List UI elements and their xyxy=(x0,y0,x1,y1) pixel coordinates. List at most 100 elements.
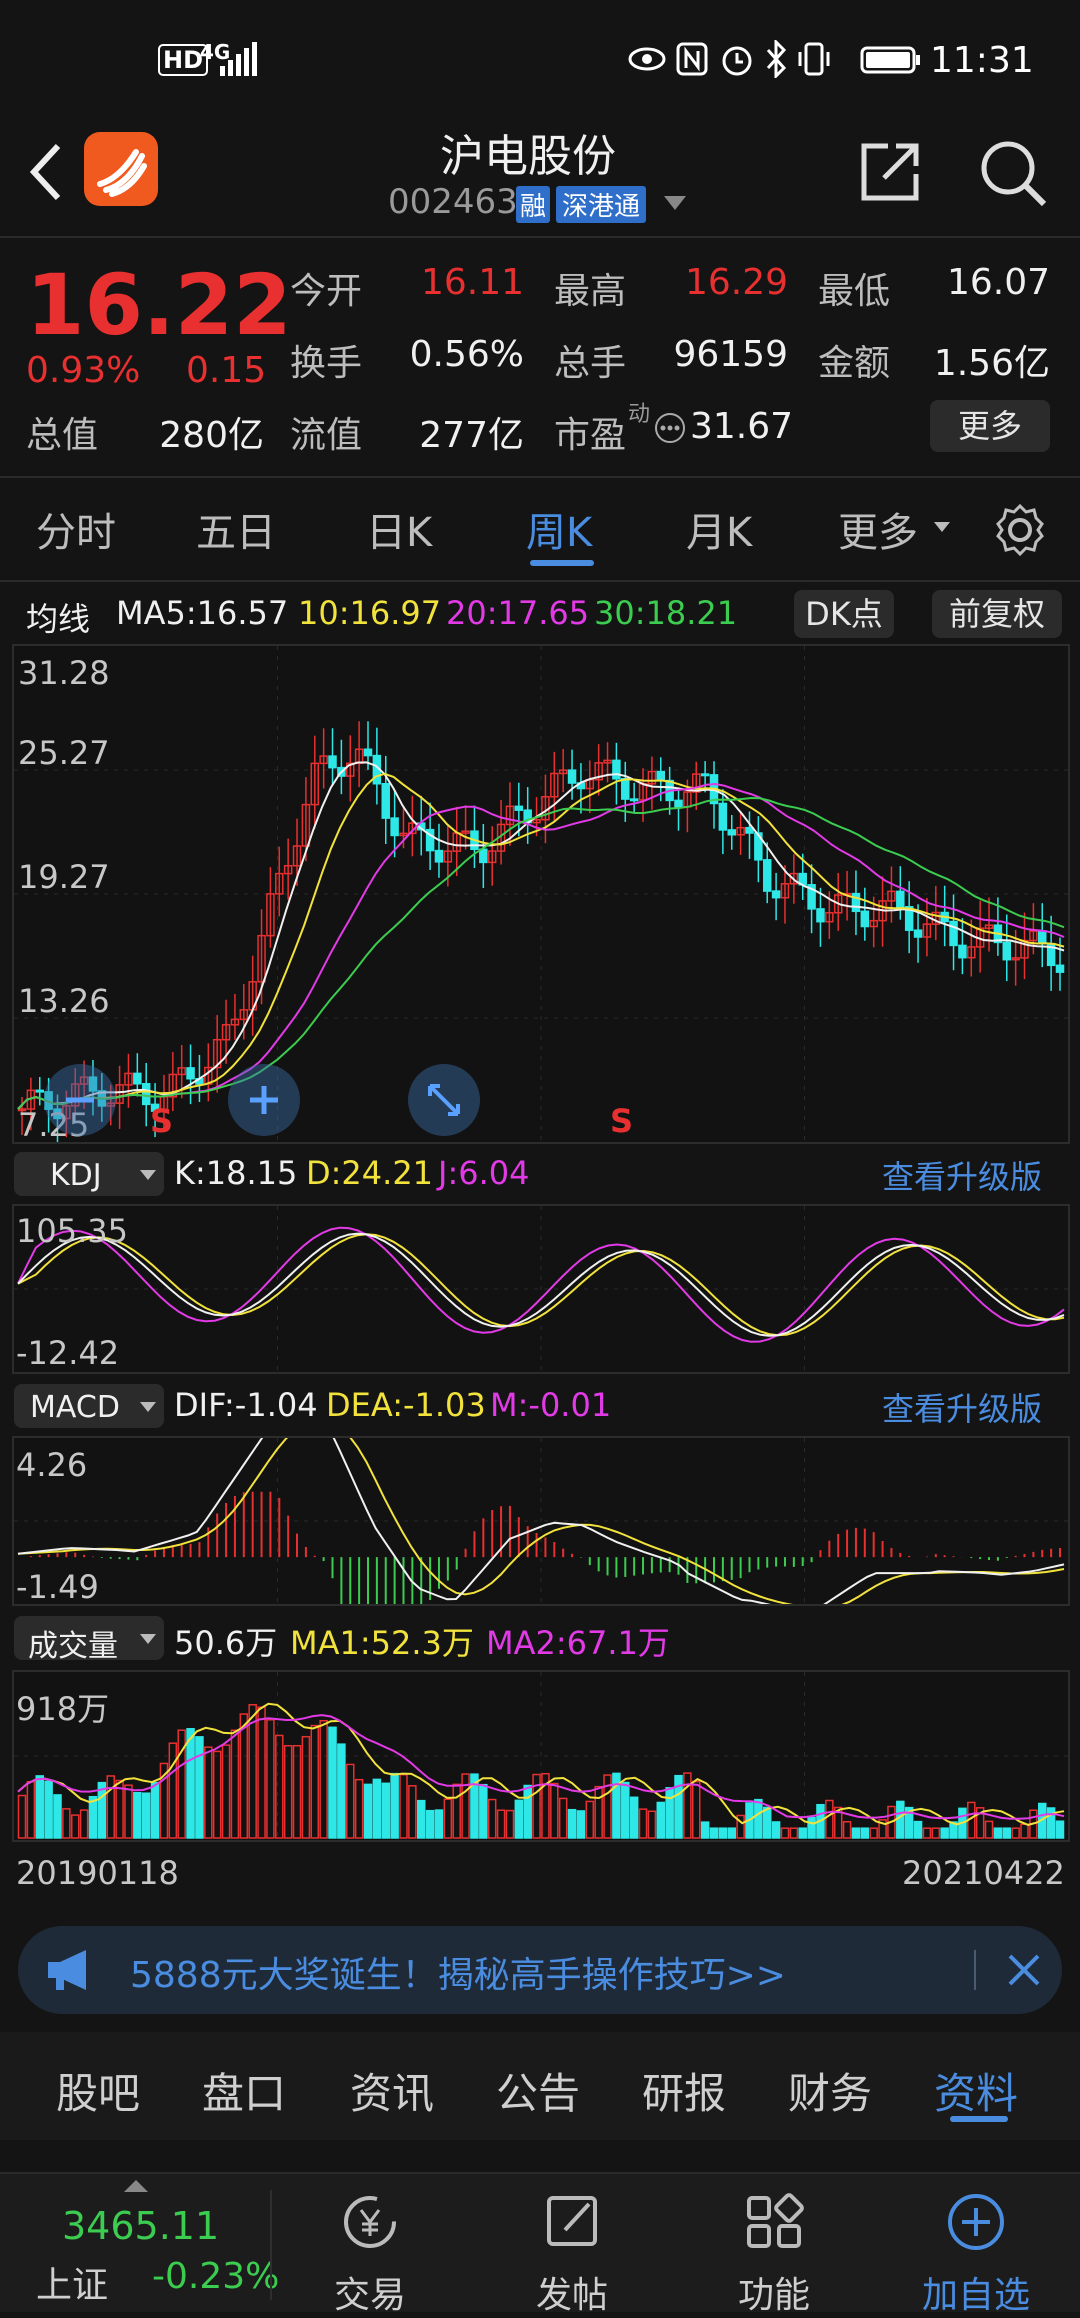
settings-gear-icon[interactable] xyxy=(992,502,1048,558)
volume-selector[interactable]: 成交量 xyxy=(14,1616,164,1664)
tab-orderbook[interactable]: 盘口 xyxy=(202,2060,286,2121)
volume-bar xyxy=(44,1780,53,1839)
kdj-selector[interactable]: KDJ xyxy=(14,1152,164,1196)
tab-forum[interactable]: 股吧 xyxy=(56,2060,140,2121)
volume-bar xyxy=(913,1820,923,1839)
zoom-out-button[interactable] xyxy=(44,1064,116,1136)
macd-upgrade-link[interactable]: 查看升级版 xyxy=(882,1384,1042,1430)
megaphone-icon xyxy=(48,1950,86,1990)
volume-bar xyxy=(558,1797,568,1839)
volume-bar xyxy=(150,1781,160,1839)
kdj-upgrade-link[interactable]: 查看升级版 xyxy=(882,1152,1042,1198)
more-button[interactable]: 更多 xyxy=(930,400,1050,452)
axis-label-4: 13.26 xyxy=(18,982,110,1020)
zoom-in-button[interactable] xyxy=(228,1064,300,1136)
tab-finance[interactable]: 财务 xyxy=(788,2060,872,2121)
nav-trade-label: 交易 xyxy=(333,2275,406,2316)
tab-news[interactable]: 资讯 xyxy=(350,2060,434,2121)
status-bar: HD 4G 11:31 xyxy=(0,0,1080,120)
volume-bar xyxy=(550,1782,559,1839)
ma30-value: 30:18.21 xyxy=(594,594,738,632)
tab-monthly-k[interactable]: 月K xyxy=(686,500,752,558)
share-icon[interactable] xyxy=(858,140,922,204)
banner-separator xyxy=(974,1950,976,1990)
volume-bar xyxy=(381,1782,390,1839)
ma10-value: 10:16.97 xyxy=(298,594,442,632)
back-icon[interactable] xyxy=(26,142,66,202)
candle-body xyxy=(514,805,524,811)
volume-bar xyxy=(239,1713,249,1839)
volume-bar xyxy=(807,1816,816,1839)
tab-five-day[interactable]: 五日 xyxy=(196,500,276,558)
kdj-d: D:24.21 xyxy=(306,1154,434,1192)
search-icon[interactable] xyxy=(978,138,1048,208)
volume-bar xyxy=(133,1791,142,1839)
battery-icon xyxy=(860,46,920,74)
kline-chart[interactable]: 31.28 25.27 19.27 13.26 7.25 S S xyxy=(12,644,1070,1144)
forward-adjust-button[interactable]: 前复权 xyxy=(932,590,1062,638)
minus-icon xyxy=(66,1097,94,1103)
index-value[interactable]: 3465.11 xyxy=(62,2204,219,2248)
more-caret-icon[interactable] xyxy=(934,522,950,534)
kdj-chart[interactable]: 105.35 -12.42 xyxy=(12,1204,1070,1374)
macd-selector[interactable]: MACD xyxy=(14,1384,164,1428)
volume-bar xyxy=(638,1808,648,1839)
kdj-max-label: 105.35 xyxy=(16,1212,128,1250)
nav-function[interactable]: 功能 xyxy=(674,2170,874,2318)
nav-post[interactable]: 发帖 xyxy=(472,2170,672,2318)
nav-trade[interactable]: 交易 xyxy=(270,2170,470,2318)
tab-profile[interactable]: 资料 xyxy=(934,2060,1018,2121)
volume-bar xyxy=(487,1798,497,1839)
volume-bar xyxy=(922,1827,932,1839)
candle-body xyxy=(133,1072,142,1085)
tab-announcement[interactable]: 公告 xyxy=(496,2060,580,2121)
margin-badge: 融 xyxy=(516,186,551,223)
yen-cycle-icon xyxy=(344,2196,396,2248)
volume-svg xyxy=(14,1672,1068,1840)
nav-add-watchlist[interactable]: 加自选 xyxy=(876,2170,1076,2318)
candle-body xyxy=(771,890,781,899)
dk-point-button[interactable]: DK点 xyxy=(794,590,894,638)
tab-weekly-k[interactable]: 周K xyxy=(526,500,592,558)
macd-name: MACD xyxy=(30,1390,120,1425)
expand-up-icon[interactable] xyxy=(124,2180,148,2192)
vibrate-icon xyxy=(798,42,830,76)
macd-min-label: -1.49 xyxy=(16,1568,99,1606)
candle-body xyxy=(727,829,736,836)
open-label: 今开 xyxy=(290,271,363,312)
axis-label-2: 25.27 xyxy=(18,734,110,772)
volume-bar xyxy=(124,1784,133,1839)
dropdown-icon[interactable] xyxy=(664,196,686,212)
candle-body xyxy=(1055,964,1065,973)
volume-bar xyxy=(195,1736,204,1839)
fullscreen-button[interactable] xyxy=(408,1064,480,1136)
mktcap-value: 280亿 xyxy=(159,415,264,456)
amount-value: 1.56亿 xyxy=(933,343,1050,384)
close-icon[interactable] xyxy=(1004,1950,1044,1990)
volume-bar xyxy=(319,1719,328,1839)
volume-bar xyxy=(825,1799,834,1839)
volume-value: 96159 xyxy=(673,334,788,375)
eye-icon xyxy=(628,47,666,71)
tab-intraday[interactable]: 分时 xyxy=(36,500,116,558)
float-cap-label: 流值 xyxy=(290,415,363,456)
macd-chart[interactable]: 4.26 -1.49 xyxy=(12,1436,1070,1606)
volume-bar xyxy=(585,1800,595,1839)
info-dots-icon[interactable] xyxy=(654,412,686,444)
volume-bar xyxy=(692,1780,701,1839)
macd-dif: DIF:-1.04 xyxy=(174,1386,318,1424)
candle-body xyxy=(816,908,825,923)
volume-bar xyxy=(452,1783,461,1839)
kline-svg xyxy=(14,646,1068,1142)
volume-bar xyxy=(26,1781,36,1839)
tab-daily-k[interactable]: 日K xyxy=(366,500,432,558)
volume-bar xyxy=(292,1744,302,1839)
expand-icon xyxy=(428,1084,460,1116)
volume-ma1: MA1:52.3万 xyxy=(290,1624,474,1662)
volume-bar xyxy=(700,1821,710,1839)
volume-chart[interactable]: 918万 xyxy=(12,1670,1070,1842)
promo-banner[interactable]: 5888元大奖诞生！揭秘高手操作技巧>> xyxy=(18,1926,1062,2014)
tab-research[interactable]: 研报 xyxy=(642,2060,726,2121)
low-label: 最低 xyxy=(818,271,891,312)
tab-more[interactable]: 更多 xyxy=(838,500,918,558)
